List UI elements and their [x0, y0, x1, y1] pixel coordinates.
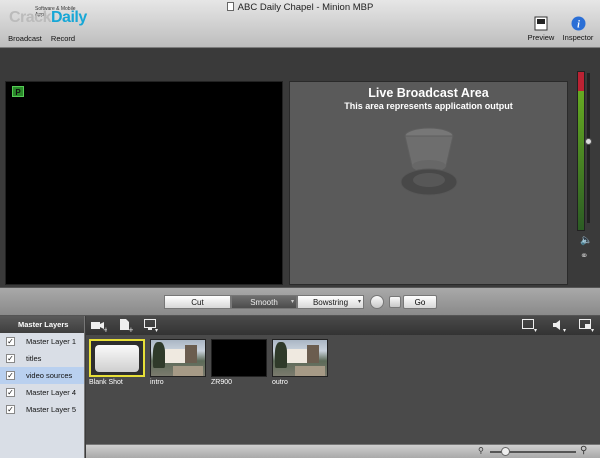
chevron-down-icon: ▾ — [290, 299, 294, 305]
go-button[interactable]: Go — [403, 295, 437, 309]
zoom-in-icon[interactable]: ⚲ — [580, 445, 587, 456]
source-thumbnail-outro[interactable] — [272, 339, 328, 377]
source-label: outro — [272, 379, 288, 386]
thumbnail-driveway — [173, 366, 203, 376]
preview-button[interactable]: Preview — [526, 16, 556, 42]
lens-icon — [400, 127, 458, 196]
title-bar: ABC Daily Chapel - Minion MBP Software &… — [0, 0, 600, 48]
volume-slider-knob[interactable] — [585, 137, 592, 145]
transition-bowstring-label: Bowstring — [312, 298, 349, 307]
go-label: Go — [414, 298, 426, 307]
master-layers-sidebar: Master Layers ✓ Master Layer 1 ✓ titles … — [0, 316, 85, 458]
transition-cut-label: Cut — [191, 298, 204, 307]
thumbnail-tree — [153, 342, 165, 368]
layer-label: Master Layer 1 — [26, 337, 77, 346]
layer-label: video sources — [26, 371, 73, 380]
layer-label: Master Layer 4 — [26, 388, 77, 397]
speaker-icon[interactable]: ▾ — [552, 319, 570, 332]
layer-label: Master Layer 5 — [26, 405, 77, 414]
broadcast-button[interactable]: Broadcast — [8, 34, 42, 43]
svg-text:+: + — [103, 326, 107, 332]
svg-text:+: + — [128, 326, 133, 332]
aspect-ratio-icon[interactable]: ▾ — [522, 319, 540, 332]
inspector-button[interactable]: i Inspector — [560, 16, 596, 42]
transition-cut-button[interactable]: Cut — [164, 295, 231, 309]
document-add-icon[interactable]: + — [119, 318, 133, 332]
blank-shot-preview — [95, 345, 139, 372]
auto-toggle-button[interactable] — [389, 296, 401, 308]
layer-item-selected[interactable]: ✓ video sources — [0, 367, 84, 384]
thumbnail-house-roof — [185, 345, 197, 363]
window-title: ABC Daily Chapel - Minion MBP — [237, 2, 374, 13]
source-label: ZR900 — [211, 379, 233, 386]
source-thumbnail-zr900[interactable] — [211, 339, 267, 377]
record-button[interactable]: Record — [48, 34, 78, 43]
source-thumbnail-intro[interactable] — [150, 339, 206, 377]
watermark-text-a: Crack — [9, 9, 51, 26]
source-label: Blank Shot — [89, 379, 123, 386]
chevron-down-icon: ▾ — [357, 299, 361, 305]
transition-smooth-button[interactable]: Smooth ▾ — [231, 295, 297, 309]
master-layers-header: Master Layers — [0, 316, 84, 333]
document-icon — [226, 2, 234, 11]
source-label: intro — [150, 379, 164, 386]
live-broadcast-monitor[interactable]: Live Broadcast Area This area represents… — [289, 81, 568, 285]
volume-slider[interactable] — [587, 73, 590, 223]
transition-bar: Cut Smooth ▾ Bowstring ▾ Go — [0, 287, 600, 316]
watermark-logo: Software & Mobile Apps CrackDaily — [9, 4, 87, 30]
layout-icon[interactable]: ▾ — [579, 319, 597, 332]
svg-text:i: i — [577, 20, 580, 31]
transition-smooth-label: Smooth — [250, 298, 278, 307]
record-label: Record — [50, 34, 76, 43]
thumbnail-tree — [275, 342, 287, 368]
preview-monitor[interactable]: P — [5, 81, 283, 285]
sources-strip: Blank Shot intro ZR900 outro — [86, 335, 600, 444]
info-icon: i — [571, 16, 585, 31]
svg-text:▾: ▾ — [591, 327, 594, 332]
preview-icon — [534, 16, 548, 31]
broadcast-label: Broadcast — [8, 34, 42, 43]
zoom-status-bar: ⚲ ⚲ — [86, 444, 600, 458]
svg-text:▾: ▾ — [155, 327, 158, 332]
sources-toolbar: + + ▾ ▾ ▾ ▾ — [86, 316, 600, 335]
zoom-out-icon[interactable]: ⚲ — [478, 446, 484, 455]
svg-text:▾: ▾ — [563, 327, 566, 332]
app-window: ABC Daily Chapel - Minion MBP Software &… — [0, 0, 600, 458]
audio-level-meter — [577, 71, 585, 231]
layer-item[interactable]: ✓ Master Layer 5 — [0, 401, 84, 418]
transition-bowstring-button[interactable]: Bowstring ▾ — [297, 295, 364, 309]
layer-item[interactable]: ✓ Master Layer 1 — [0, 333, 84, 350]
thumbnail-house-roof — [307, 345, 319, 363]
layer-item[interactable]: ✓ Master Layer 4 — [0, 384, 84, 401]
source-thumbnail-blank-shot[interactable] — [89, 339, 145, 377]
layer-item[interactable]: ✓ titles — [0, 350, 84, 367]
transition-speed-icon[interactable] — [370, 295, 384, 309]
layer-checkbox[interactable]: ✓ — [6, 405, 15, 414]
layer-label: titles — [26, 354, 42, 363]
window-title-wrap: ABC Daily Chapel - Minion MBP — [0, 2, 600, 13]
preview-label: Preview — [527, 33, 555, 42]
speaker-volume-icon[interactable]: 🔈 — [580, 235, 592, 246]
live-subtitle: This area represents application output — [344, 101, 513, 111]
layer-checkbox[interactable]: ✓ — [6, 371, 15, 380]
headphones-icon[interactable]: ⚭ — [580, 251, 588, 262]
stage-area: P Live Broadcast Area This area represen… — [0, 49, 600, 287]
preview-badge: P — [12, 86, 24, 97]
svg-text:▾: ▾ — [534, 327, 537, 332]
watermark-text: CrackDaily — [9, 9, 87, 27]
thumbnail-driveway — [295, 366, 325, 376]
video-camera-add-icon[interactable]: + — [91, 320, 107, 332]
monitor-add-icon[interactable]: ▾ — [144, 319, 160, 332]
layer-checkbox[interactable]: ✓ — [6, 388, 15, 397]
watermark-text-b: Daily — [50, 9, 87, 26]
inspector-label: Inspector — [562, 33, 594, 42]
layer-checkbox[interactable]: ✓ — [6, 354, 15, 363]
zoom-slider-knob[interactable] — [500, 447, 510, 456]
live-title: Live Broadcast Area — [368, 86, 489, 100]
layer-checkbox[interactable]: ✓ — [6, 337, 15, 346]
